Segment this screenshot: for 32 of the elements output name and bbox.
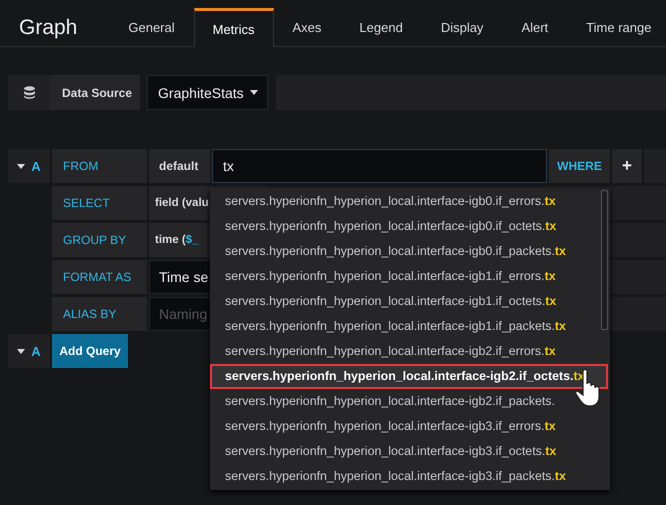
tab[interactable]: Metrics bbox=[194, 8, 274, 47]
suggestion-item[interactable]: servers.hyperionfn_hyperion_local.interface-igb2.if_errors.tx bbox=[210, 339, 602, 364]
database-icon bbox=[22, 86, 36, 99]
tab[interactable]: Time range bbox=[567, 8, 666, 46]
add-query-button[interactable]: Add Query bbox=[52, 334, 128, 368]
tab[interactable]: Legend bbox=[340, 8, 422, 46]
from-label: FROM bbox=[52, 149, 147, 183]
tab[interactable]: Alert bbox=[502, 8, 568, 46]
data-source-dropdown[interactable]: GraphiteStats bbox=[147, 75, 268, 110]
suggestion-item[interactable]: servers.hyperionfn_hyperion_local.interface-igb3.if_errors.tx bbox=[210, 414, 602, 439]
caret-icon bbox=[17, 348, 26, 354]
retention-policy[interactable]: default bbox=[149, 149, 210, 183]
scrollbar[interactable] bbox=[601, 190, 608, 330]
suggestion-item[interactable]: servers.hyperionfn_hyperion_local.interface-igb2.if_packets. bbox=[210, 389, 602, 414]
query-toggle[interactable]: A bbox=[8, 149, 50, 183]
row-label: FORMAT AS bbox=[52, 260, 147, 294]
add-condition-button[interactable]: + bbox=[612, 149, 642, 183]
tab[interactable]: Display bbox=[422, 8, 502, 46]
suggestion-item[interactable]: servers.hyperionfn_hyperion_local.interface-igb3.if_octets.tx bbox=[210, 439, 602, 464]
where-button[interactable]: WHERE bbox=[549, 149, 610, 183]
caret-icon bbox=[250, 90, 258, 95]
suggestion-item[interactable]: servers.hyperionfn_hyperion_local.interface-igb3.if_packets.tx bbox=[210, 464, 602, 489]
tab[interactable]: Axes bbox=[274, 8, 340, 46]
tab[interactable]: General bbox=[109, 8, 194, 46]
row-label: GROUP BY bbox=[52, 223, 147, 257]
query-toggle[interactable]: A bbox=[8, 334, 50, 368]
row-label: ALIAS BY bbox=[52, 297, 147, 331]
caret-icon bbox=[17, 164, 26, 168]
row-label: SELECT bbox=[52, 186, 147, 220]
panel-title: Graph bbox=[19, 16, 78, 40]
measurement-input[interactable]: tx bbox=[212, 149, 547, 183]
data-source-label: Data Source bbox=[50, 75, 140, 110]
